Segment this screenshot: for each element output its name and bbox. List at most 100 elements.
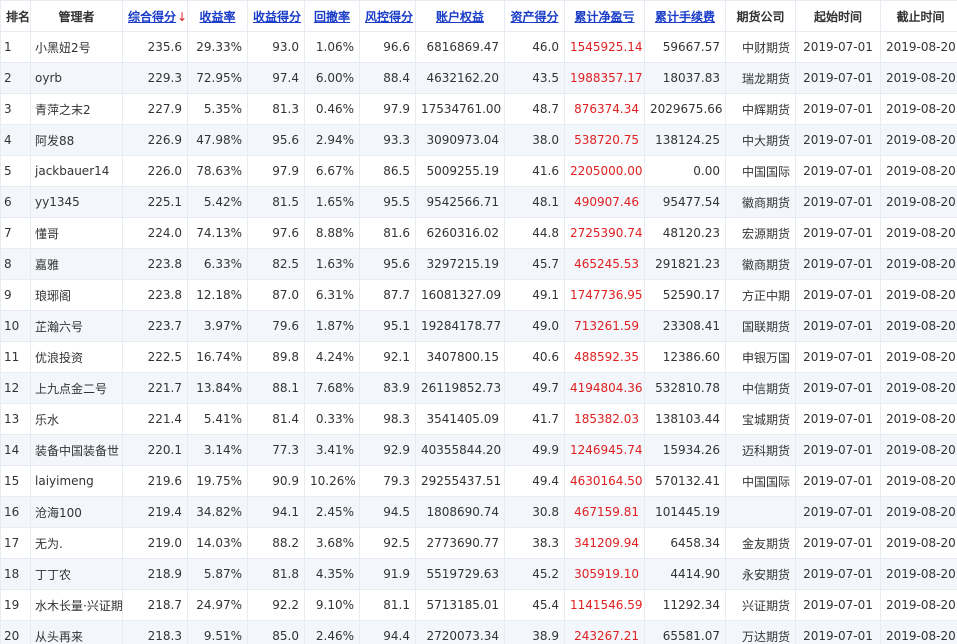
table-row[interactable]: 18 丁丁农 218.9 5.87% 81.8 4.35% 91.9 5519729.63 45… bbox=[0, 558, 957, 590]
cell-broker: 中国国际 bbox=[725, 155, 796, 187]
cell-total-score: 219.0 bbox=[122, 527, 188, 559]
table-row[interactable]: 10 芷瀚六号 223.7 3.97% 79.6 1.87% 95.1 19284178.77… bbox=[0, 310, 957, 342]
cell-broker: 宝城期货 bbox=[725, 403, 796, 435]
header-return-rate[interactable]: 收益率 bbox=[187, 0, 248, 32]
table-row[interactable]: 7 懂哥 224.0 74.13% 97.6 8.88% 81.6 6260316.02 44.… bbox=[0, 217, 957, 249]
header-fees[interactable]: 累计手续费 bbox=[644, 0, 726, 32]
cell-net-profit: 4630164.50 bbox=[564, 465, 645, 497]
cell-risk-score: 95.5 bbox=[359, 186, 416, 218]
cell-start-date: 2019-07-01 bbox=[795, 31, 881, 63]
cell-broker: 迈科期货 bbox=[725, 434, 796, 466]
cell-end-date: 2019-08-20 bbox=[880, 341, 957, 373]
cell-return-rate: 5.42% bbox=[187, 186, 248, 218]
cell-risk-score: 92.1 bbox=[359, 341, 416, 373]
table-row[interactable]: 11 优浪投资 222.5 16.74% 89.8 4.24% 92.1 3407800.15… bbox=[0, 341, 957, 373]
cell-end-date: 2019-08-20 bbox=[880, 372, 957, 404]
cell-return-rate: 3.97% bbox=[187, 310, 248, 342]
cell-drawdown: 1.87% bbox=[304, 310, 360, 342]
table-row[interactable]: 3 青萍之末2 227.9 5.35% 81.3 0.46% 97.9 17534761.00… bbox=[0, 93, 957, 125]
cell-rank: 16 bbox=[0, 496, 31, 528]
cell-rank: 15 bbox=[0, 465, 31, 497]
table-row[interactable]: 6 yy1345 225.1 5.42% 81.5 1.65% 95.5 9542566.71… bbox=[0, 186, 957, 218]
header-return-score[interactable]: 收益得分 bbox=[247, 0, 305, 32]
cell-start-date: 2019-07-01 bbox=[795, 589, 881, 621]
cell-total-score: 220.1 bbox=[122, 434, 188, 466]
cell-risk-score: 87.7 bbox=[359, 279, 416, 311]
cell-return-score: 87.0 bbox=[247, 279, 305, 311]
cell-asset-score: 45.7 bbox=[504, 248, 565, 280]
cell-drawdown: 1.06% bbox=[304, 31, 360, 63]
cell-asset-score: 41.6 bbox=[504, 155, 565, 187]
cell-fees: 101445.19 bbox=[644, 496, 726, 528]
cell-return-score: 93.0 bbox=[247, 31, 305, 63]
cell-return-score: 88.2 bbox=[247, 527, 305, 559]
cell-equity: 40355844.20 bbox=[415, 434, 505, 466]
table-row[interactable]: 13 乐水 221.4 5.41% 81.4 0.33% 98.3 3541405.09 41.… bbox=[0, 403, 957, 435]
cell-start-date: 2019-07-01 bbox=[795, 279, 881, 311]
cell-drawdown: 0.33% bbox=[304, 403, 360, 435]
table-row[interactable]: 1 小黑妞2号 235.6 29.33% 93.0 1.06% 96.6 6816869.47… bbox=[0, 31, 957, 63]
cell-total-score: 224.0 bbox=[122, 217, 188, 249]
cell-risk-score: 81.6 bbox=[359, 217, 416, 249]
table-row[interactable]: 14 装备中国装备世 220.1 3.14% 77.3 3.41% 92.9 40355844… bbox=[0, 434, 957, 466]
header-risk-score[interactable]: 风控得分 bbox=[359, 0, 416, 32]
table-row[interactable]: 9 琅琊阁 223.8 12.18% 87.0 6.31% 87.7 16081327.09 4… bbox=[0, 279, 957, 311]
cell-net-profit: 465245.53 bbox=[564, 248, 645, 280]
table-body: 1 小黑妞2号 235.6 29.33% 93.0 1.06% 96.6 6816869.47… bbox=[0, 31, 957, 644]
cell-net-profit: 490907.46 bbox=[564, 186, 645, 218]
table-row[interactable]: 17 无为. 219.0 14.03% 88.2 3.68% 92.5 2773690.77 3… bbox=[0, 527, 957, 559]
table-row[interactable]: 16 沧海100 219.4 34.82% 94.1 2.45% 94.5 1808690.7… bbox=[0, 496, 957, 528]
cell-equity: 26119852.73 bbox=[415, 372, 505, 404]
cell-equity: 29255437.51 bbox=[415, 465, 505, 497]
table-row[interactable]: 5 jackbauer14 226.0 78.63% 97.9 6.67% 86.5 5009… bbox=[0, 155, 957, 187]
sort-desc-icon: ↓ bbox=[177, 9, 188, 24]
cell-manager: 小黑妞2号 bbox=[30, 31, 123, 63]
header-total-score[interactable]: 综合得分↓ bbox=[122, 0, 188, 32]
cell-risk-score: 88.4 bbox=[359, 62, 416, 94]
cell-fees: 59667.57 bbox=[644, 31, 726, 63]
cell-risk-score: 94.4 bbox=[359, 620, 416, 644]
cell-rank: 4 bbox=[0, 124, 31, 156]
cell-start-date: 2019-07-01 bbox=[795, 558, 881, 590]
cell-equity: 6816869.47 bbox=[415, 31, 505, 63]
cell-broker: 兴证期货 bbox=[725, 589, 796, 621]
cell-fees: 4414.90 bbox=[644, 558, 726, 590]
table-row[interactable]: 15 laiyimeng 219.6 19.75% 90.9 10.26% 79.3 2925… bbox=[0, 465, 957, 497]
cell-drawdown: 1.65% bbox=[304, 186, 360, 218]
cell-manager: 琅琊阁 bbox=[30, 279, 123, 311]
table-row[interactable]: 20 从头再来 218.3 9.51% 85.0 2.46% 94.4 2720073.34 3… bbox=[0, 620, 957, 644]
cell-rank: 17 bbox=[0, 527, 31, 559]
table-row[interactable]: 19 水木长量·兴证期 218.7 24.97% 92.2 9.10% 81.1 571318… bbox=[0, 589, 957, 621]
table-row[interactable]: 2 oyrb 229.3 72.95% 97.4 6.00% 88.4 4632162.20 4… bbox=[0, 62, 957, 94]
header-net-profit[interactable]: 累计净盈亏 bbox=[564, 0, 645, 32]
cell-rank: 20 bbox=[0, 620, 31, 644]
cell-net-profit: 876374.34 bbox=[564, 93, 645, 125]
header-equity[interactable]: 账户权益 bbox=[415, 0, 505, 32]
table-row[interactable]: 8 嘉雅 223.8 6.33% 82.5 1.63% 95.6 3297215.19 45.7… bbox=[0, 248, 957, 280]
table-row[interactable]: 12 上九点金二号 221.7 13.84% 88.1 7.68% 83.9 26119852… bbox=[0, 372, 957, 404]
cell-rank: 2 bbox=[0, 62, 31, 94]
cell-asset-score: 30.8 bbox=[504, 496, 565, 528]
header-rank: 排名 bbox=[0, 0, 31, 32]
cell-broker: 金友期货 bbox=[725, 527, 796, 559]
cell-fees: 11292.34 bbox=[644, 589, 726, 621]
cell-risk-score: 86.5 bbox=[359, 155, 416, 187]
cell-manager: 沧海100 bbox=[30, 496, 123, 528]
table-row[interactable]: 4 阿发88 226.9 47.98% 95.6 2.94% 93.3 3090973.04 3… bbox=[0, 124, 957, 156]
header-start: 起始时间 bbox=[795, 0, 881, 32]
cell-rank: 3 bbox=[0, 93, 31, 125]
cell-return-rate: 72.95% bbox=[187, 62, 248, 94]
cell-fees: 48120.23 bbox=[644, 217, 726, 249]
cell-start-date: 2019-07-01 bbox=[795, 186, 881, 218]
cell-asset-score: 45.2 bbox=[504, 558, 565, 590]
cell-start-date: 2019-07-01 bbox=[795, 341, 881, 373]
cell-return-score: 85.0 bbox=[247, 620, 305, 644]
cell-risk-score: 79.3 bbox=[359, 465, 416, 497]
cell-fees: 15934.26 bbox=[644, 434, 726, 466]
cell-net-profit: 305919.10 bbox=[564, 558, 645, 590]
header-manager: 管理者 bbox=[30, 0, 123, 32]
header-drawdown[interactable]: 回撤率 bbox=[304, 0, 360, 32]
cell-end-date: 2019-08-20 bbox=[880, 217, 957, 249]
header-asset-score[interactable]: 资产得分 bbox=[504, 0, 565, 32]
cell-total-score: 223.7 bbox=[122, 310, 188, 342]
